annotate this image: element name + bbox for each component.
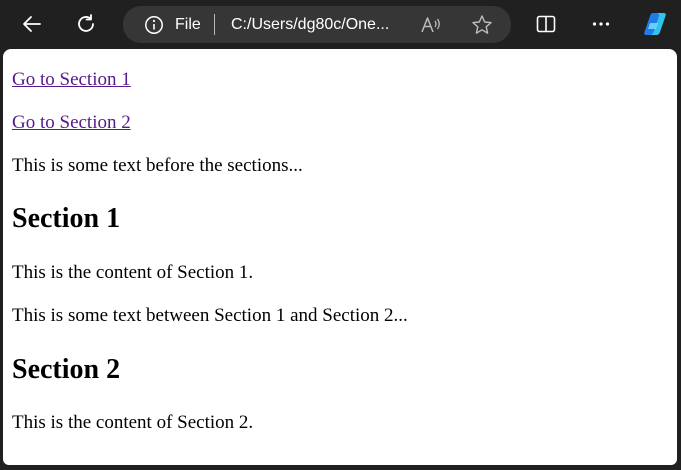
- more-dots-icon: [590, 13, 612, 35]
- section-1-content: This is the content of Section 1.: [12, 262, 254, 283]
- browser-toolbar: File C:/Users/dg80c/One...: [0, 0, 681, 49]
- refresh-button[interactable]: [67, 6, 105, 42]
- copilot-button[interactable]: [636, 6, 674, 42]
- address-scheme-label: File: [175, 16, 201, 33]
- more-button[interactable]: [582, 6, 620, 42]
- address-divider: [214, 14, 215, 35]
- link-section-1[interactable]: Go to Section 1: [12, 69, 131, 91]
- address-url[interactable]: C:/Users/dg80c/One...: [231, 15, 389, 34]
- between-text: This is some text between Section 1 and …: [12, 305, 408, 326]
- refresh-icon: [75, 13, 97, 35]
- section-1-heading: Section 1: [12, 203, 121, 234]
- split-screen-icon: [535, 13, 557, 35]
- back-arrow-icon: [21, 13, 43, 35]
- page-content: Go to Section 1 Go to Section 2 This is …: [3, 49, 677, 465]
- section-2-heading: Section 2: [12, 354, 121, 385]
- back-button[interactable]: [13, 6, 51, 42]
- link-section-2[interactable]: Go to Section 2: [12, 112, 131, 134]
- star-icon[interactable]: [470, 13, 494, 37]
- address-bar[interactable]: File C:/Users/dg80c/One...: [123, 6, 511, 43]
- copilot-icon: [640, 9, 670, 39]
- intro-text: This is some text before the sections...: [12, 155, 303, 176]
- info-icon[interactable]: [143, 14, 165, 36]
- split-screen-button[interactable]: [527, 6, 565, 42]
- read-aloud-icon[interactable]: [420, 14, 442, 36]
- section-2-content: This is the content of Section 2.: [12, 412, 254, 433]
